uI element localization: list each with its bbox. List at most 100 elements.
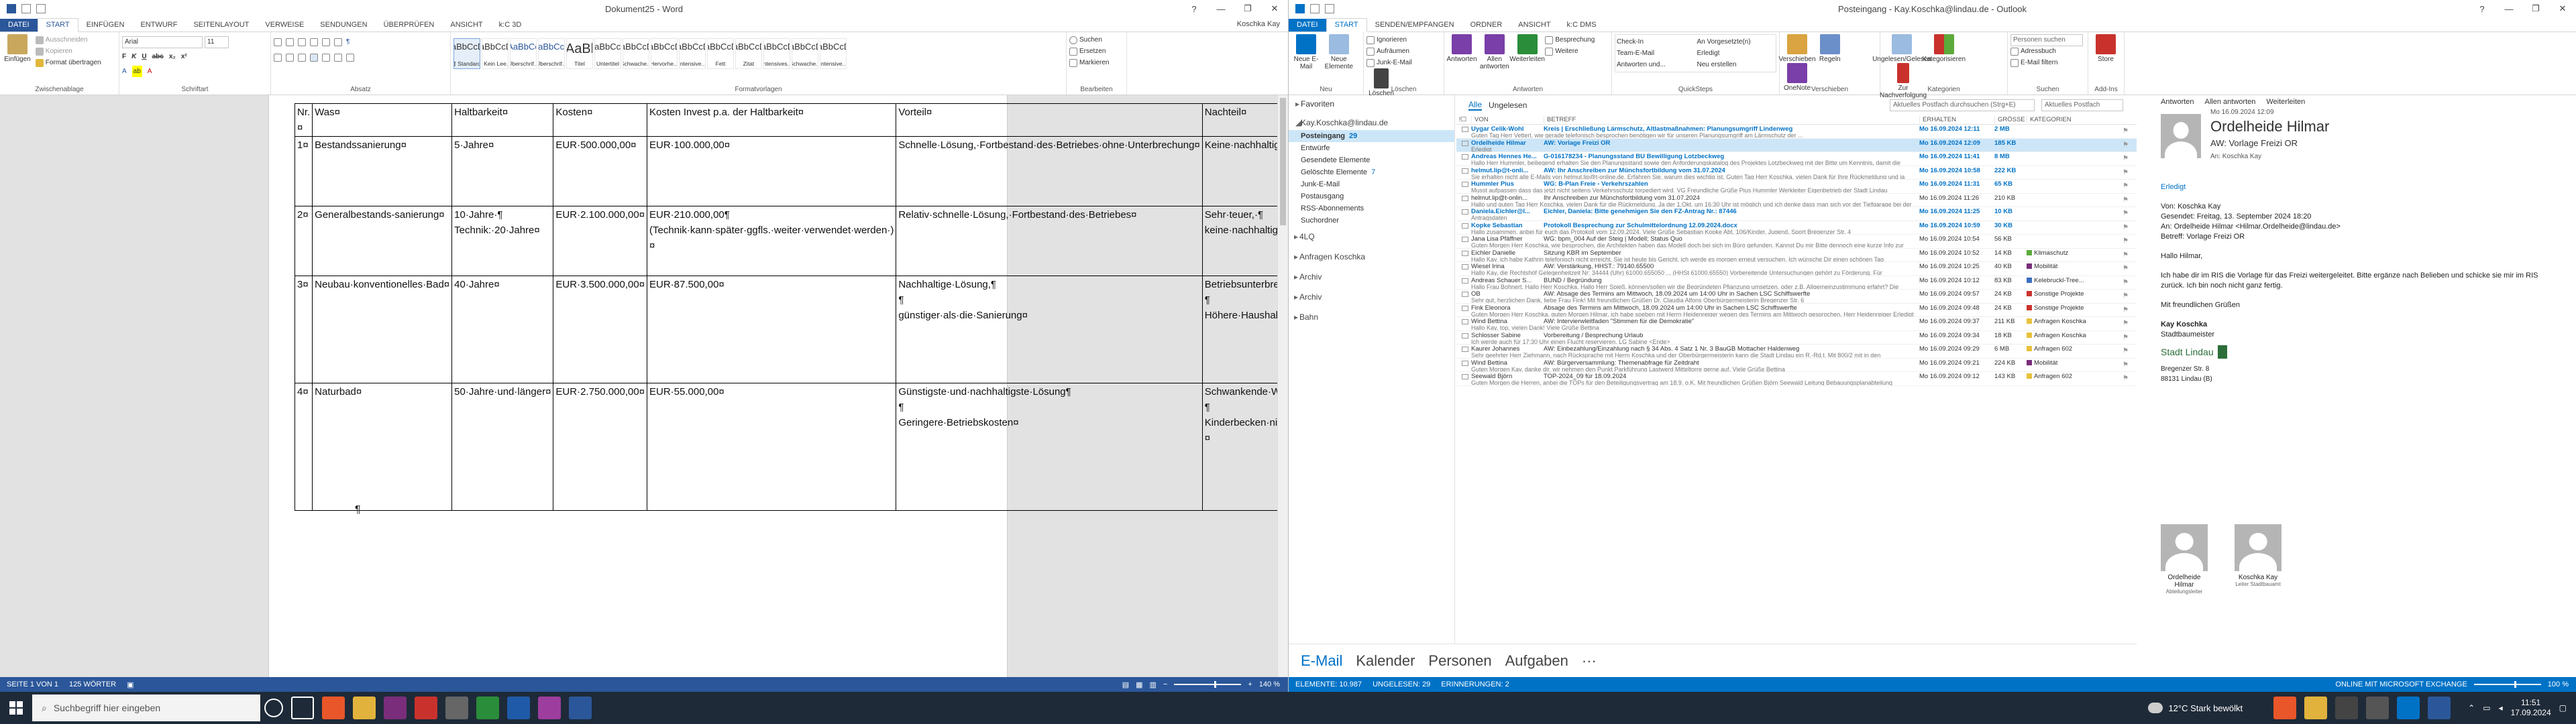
tab-sendungen[interactable]: SENDUNGEN xyxy=(312,19,375,32)
undo-icon[interactable] xyxy=(1325,4,1334,13)
tab-datei[interactable]: DATEI xyxy=(1289,19,1326,32)
tab-ueberpruefen[interactable]: ÜBERPRÜFEN xyxy=(376,19,443,32)
font-size-select[interactable]: 11 xyxy=(205,36,229,48)
cortana-icon[interactable] xyxy=(264,699,283,717)
maximize-icon[interactable]: ❐ xyxy=(2522,0,2549,17)
nav-more[interactable]: ··· xyxy=(1582,652,1597,670)
app-icon[interactable] xyxy=(476,697,499,719)
read-mode-icon[interactable]: ▤ xyxy=(1122,680,1129,689)
message-row[interactable]: helmut.lip@t-onlin... Ihr Anschreiben zur… xyxy=(1456,194,2137,207)
scroll-thumb[interactable] xyxy=(1280,98,1286,225)
new-email-button[interactable]: Neue E-Mail xyxy=(1291,34,1321,70)
folder-group[interactable]: ▸ 4LQ xyxy=(1289,227,1454,247)
person-card[interactable]: Koschka Kay Leiter Stadtbauamt xyxy=(2235,524,2282,595)
reply-button[interactable]: Antworten xyxy=(1446,34,1477,63)
notifications-icon[interactable]: ▢ xyxy=(2559,703,2567,713)
superscript-button[interactable]: x² xyxy=(181,51,187,62)
table-cell[interactable]: Betriebsunterbrechung·für·1·Saison¶ ¶ Hö… xyxy=(1201,276,1288,383)
table-cell[interactable]: Relativ·schnelle·Lösung,·Fortbestand·des… xyxy=(896,206,1203,276)
folder-group[interactable]: ▸ Archiv xyxy=(1289,287,1454,307)
increase-indent-icon[interactable] xyxy=(322,38,330,46)
flag-icon[interactable]: ⚑ xyxy=(2123,141,2129,149)
style-12[interactable]: AaBbCcDc Schwache... xyxy=(792,38,818,69)
close-icon[interactable]: ✕ xyxy=(1261,0,1288,17)
quickstep-checkin[interactable]: Check-In xyxy=(1617,36,1695,48)
flag-icon[interactable]: ⚑ xyxy=(2123,127,2129,135)
table-cell[interactable]: 50·Jahre·und·länger¤ xyxy=(451,383,554,511)
outlook-icon[interactable] xyxy=(2397,697,2420,719)
zoom-slider[interactable] xyxy=(2473,681,2541,688)
tab-einfuegen[interactable]: EINFÜGEN xyxy=(78,19,133,32)
flag-icon[interactable]: ⚑ xyxy=(2123,196,2129,204)
tab-ansicht[interactable]: ANSICHT xyxy=(442,19,490,32)
table-cell[interactable]: Günstigste·und·nachhaltigste·Lösung¶ ¶ G… xyxy=(896,383,1203,511)
folder-item[interactable]: Gelöschte Elemente 7 xyxy=(1289,166,1454,178)
task-view-icon[interactable] xyxy=(291,697,314,719)
flag-icon[interactable]: ⚑ xyxy=(2123,292,2129,300)
tab-start[interactable]: START xyxy=(1326,18,1367,32)
table-cell[interactable]: Kosten¤ xyxy=(553,103,648,137)
message-sender[interactable]: Ordelheide Hilmar xyxy=(2210,118,2329,135)
followup-button[interactable]: Zur Nachverfolgung xyxy=(1880,63,1927,99)
flag-icon[interactable]: ⚑ xyxy=(2123,375,2129,382)
table-cell[interactable]: Schnelle·Lösung,·Fortbestand·des·Betrieb… xyxy=(896,136,1203,206)
nav-tasks[interactable]: Aufgaben xyxy=(1505,652,1568,670)
message-row[interactable]: Ordelheide Hilmar AW: Vorlage Freizi OR Mo… xyxy=(1456,138,2137,152)
tab-verweise[interactable]: VERWEISE xyxy=(257,19,312,32)
filter-all[interactable]: Alle xyxy=(1468,100,1483,111)
style-9[interactable]: AaBbCcDc Fett xyxy=(707,38,734,69)
zoom-level[interactable]: 140 % xyxy=(1259,680,1280,688)
flag-icon[interactable]: ⚑ xyxy=(2123,155,2129,162)
align-left-icon[interactable] xyxy=(274,53,282,62)
app-icon[interactable] xyxy=(2335,697,2359,719)
network-icon[interactable]: ▭ xyxy=(2483,703,2490,713)
reading-reply-all-button[interactable]: Allen antworten xyxy=(2205,98,2256,106)
table-cell[interactable]: Nachteil¤ xyxy=(1201,103,1288,137)
explorer-icon[interactable] xyxy=(353,697,376,719)
style-10[interactable]: AaBbCcDc Zitat xyxy=(735,38,762,69)
explorer-icon[interactable] xyxy=(2304,697,2328,719)
table-cell[interactable]: 2¤ xyxy=(294,206,313,276)
acrobat-icon[interactable] xyxy=(415,697,437,719)
taskbar-search[interactable]: ⌕ Suchbegriff hier eingeben xyxy=(32,695,260,721)
table-cell[interactable]: EUR·100.000,00¤ xyxy=(647,136,897,206)
firefox-icon[interactable] xyxy=(2273,697,2297,719)
nav-people[interactable]: Personen xyxy=(1428,652,1491,670)
nav-calendar[interactable]: Kalender xyxy=(1356,652,1415,670)
folder-group[interactable]: ▸ Anfragen Koschka xyxy=(1289,247,1454,267)
table-cell[interactable]: Keine·nachhaltige·Lösung¤ xyxy=(1201,136,1288,206)
table-cell[interactable]: 10·Jahre·¶ Technik:·20·Jahre¤ xyxy=(451,206,554,276)
style-7[interactable]: AaBbCcDc Hervorhe... xyxy=(651,38,678,69)
volume-icon[interactable]: ◂ xyxy=(2499,703,2503,713)
col-from[interactable]: VON xyxy=(1471,116,1544,123)
table-cell[interactable]: 3¤ xyxy=(294,276,313,383)
table-cell[interactable]: EUR·2.750.000,00¤ xyxy=(553,383,648,511)
style-4[interactable]: AaBl Titel xyxy=(566,38,593,69)
minimize-icon[interactable]: — xyxy=(1208,0,1234,17)
bold-button[interactable]: F xyxy=(122,51,126,62)
tab-ordner[interactable]: ORDNER xyxy=(1462,19,1511,32)
select-button[interactable]: Markieren xyxy=(1069,57,1124,68)
new-items-button[interactable]: Neue Elemente xyxy=(1324,34,1354,70)
col-categories[interactable]: KATEGORIEN xyxy=(2027,116,2100,123)
windows-start-icon[interactable] xyxy=(9,701,23,715)
table-cell[interactable]: EUR·2.100.000,00¤ xyxy=(553,206,648,276)
message-row[interactable]: Wind Bettina AW: Intervierwleitfaden "Sti… xyxy=(1456,317,2137,331)
col-subject[interactable]: BETREFF xyxy=(1544,116,1919,123)
proofing-icon[interactable]: ▣ xyxy=(127,680,133,689)
save-icon[interactable] xyxy=(7,4,16,13)
to-recipient[interactable]: Koschka Kay xyxy=(2222,153,2261,160)
send-receive-icon[interactable] xyxy=(1310,4,1320,13)
message-row[interactable]: Seewald Björn TOP-2024_09 für 18.09.2024 M… xyxy=(1456,372,2137,386)
show-formatting-icon[interactable]: ¶ xyxy=(346,36,350,48)
underline-button[interactable]: U xyxy=(142,51,146,62)
word-count[interactable]: 125 WÖRTER xyxy=(69,680,116,688)
replace-button[interactable]: Ersetzen xyxy=(1069,46,1124,57)
quickstep-new[interactable]: Neu erstellen xyxy=(1697,59,1775,70)
table-cell[interactable]: Nr.¤ xyxy=(294,103,313,137)
forward-button[interactable]: Weiterleiten xyxy=(1509,34,1545,63)
copy-button[interactable]: Kopieren xyxy=(35,46,101,57)
multilevel-icon[interactable] xyxy=(298,38,306,46)
bullets-icon[interactable] xyxy=(274,38,282,46)
find-button[interactable]: Suchen xyxy=(1069,34,1124,46)
